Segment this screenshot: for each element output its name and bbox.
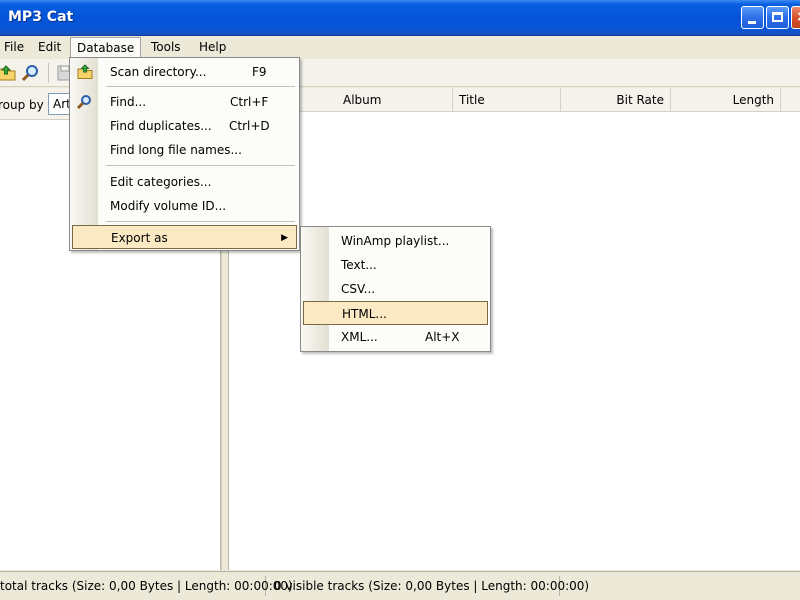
export-winamp-label: WinAmp playlist...	[341, 234, 450, 248]
export-submenu: WinAmp playlist... Text... CSV... HTML..…	[300, 226, 491, 352]
database-menu: Scan directory... F9 Find... Ctrl+F Find…	[69, 57, 300, 251]
menu-item-export-xml[interactable]: XML... Alt+X	[303, 325, 488, 349]
column-title[interactable]: Title	[453, 88, 561, 112]
find-icon	[21, 65, 38, 82]
export-xml-label: XML...	[341, 330, 378, 344]
export-csv-label: CSV...	[341, 282, 376, 296]
find-label: Find...	[110, 95, 147, 109]
toolbar-separator	[48, 63, 49, 83]
title-bar[interactable]: MP3 Cat ×	[0, 0, 800, 36]
column-length[interactable]: Length	[671, 88, 781, 112]
menu-separator	[106, 165, 295, 166]
window-title: MP3 Cat	[8, 9, 74, 25]
status-visible: 0 visible tracks (Size: 0,00 Bytes | Len…	[270, 576, 589, 596]
find-icon	[76, 93, 94, 111]
menu-item-modify-volume[interactable]: Modify volume ID...	[72, 194, 297, 218]
export-html-label: HTML...	[342, 307, 387, 321]
menu-database[interactable]: Database	[70, 37, 142, 59]
find-long-names-label: Find long file names...	[110, 143, 242, 157]
menu-bar: File Edit Database Tools Help	[0, 37, 800, 59]
menu-help[interactable]: Help	[193, 37, 232, 59]
column-album[interactable]: Album	[337, 88, 453, 112]
scan-directory-label: Scan directory...	[110, 65, 207, 79]
menu-separator	[106, 221, 295, 222]
menu-item-find-long-names[interactable]: Find long file names...	[72, 138, 297, 162]
submenu-arrow-icon: ▶	[281, 233, 288, 243]
minimize-icon	[748, 21, 756, 24]
menu-item-export-winamp[interactable]: WinAmp playlist...	[303, 229, 488, 253]
menu-item-export-html[interactable]: HTML...	[303, 301, 488, 325]
list-header: Album Title Bit Rate Length	[229, 88, 800, 112]
scan-directory-shortcut: F9	[252, 65, 267, 79]
find-duplicates-shortcut: Ctrl+D	[229, 119, 270, 133]
minimize-button[interactable]	[741, 6, 764, 29]
menu-item-export-text[interactable]: Text...	[303, 253, 488, 277]
menu-item-find-duplicates[interactable]: Find duplicates... Ctrl+D	[72, 114, 297, 138]
menu-separator	[106, 86, 295, 87]
scan-folder-icon	[76, 63, 94, 81]
find-button[interactable]	[20, 62, 42, 84]
menu-item-scan-directory[interactable]: Scan directory... F9	[72, 60, 297, 84]
find-duplicates-label: Find duplicates...	[110, 119, 212, 133]
maximize-button[interactable]	[766, 6, 789, 29]
open-folder-icon	[0, 65, 16, 81]
column-bitrate[interactable]: Bit Rate	[561, 88, 671, 112]
menu-item-export-csv[interactable]: CSV...	[303, 277, 488, 301]
status-total: total tracks (Size: 0,00 Bytes | Length:…	[0, 576, 293, 596]
menu-item-find[interactable]: Find... Ctrl+F	[72, 90, 297, 114]
modify-volume-label: Modify volume ID...	[110, 199, 227, 213]
export-text-label: Text...	[341, 258, 377, 272]
close-button[interactable]: ×	[791, 6, 800, 29]
open-folder-button[interactable]	[0, 62, 18, 84]
export-as-label: Export as	[111, 231, 168, 245]
close-icon: ×	[796, 9, 800, 25]
menu-tools[interactable]: Tools	[145, 37, 187, 59]
status-bar: total tracks (Size: 0,00 Bytes | Length:…	[0, 571, 800, 600]
menu-file[interactable]: File	[0, 37, 30, 59]
menu-edit[interactable]: Edit	[32, 37, 67, 59]
menu-item-export-as[interactable]: Export as ▶	[72, 225, 297, 249]
edit-categories-label: Edit categories...	[110, 175, 212, 189]
export-xml-shortcut: Alt+X	[425, 330, 460, 344]
maximize-icon	[772, 12, 783, 22]
find-shortcut: Ctrl+F	[230, 95, 269, 109]
groupby-label: roup by	[0, 98, 44, 112]
menu-item-edit-categories[interactable]: Edit categories...	[72, 170, 297, 194]
